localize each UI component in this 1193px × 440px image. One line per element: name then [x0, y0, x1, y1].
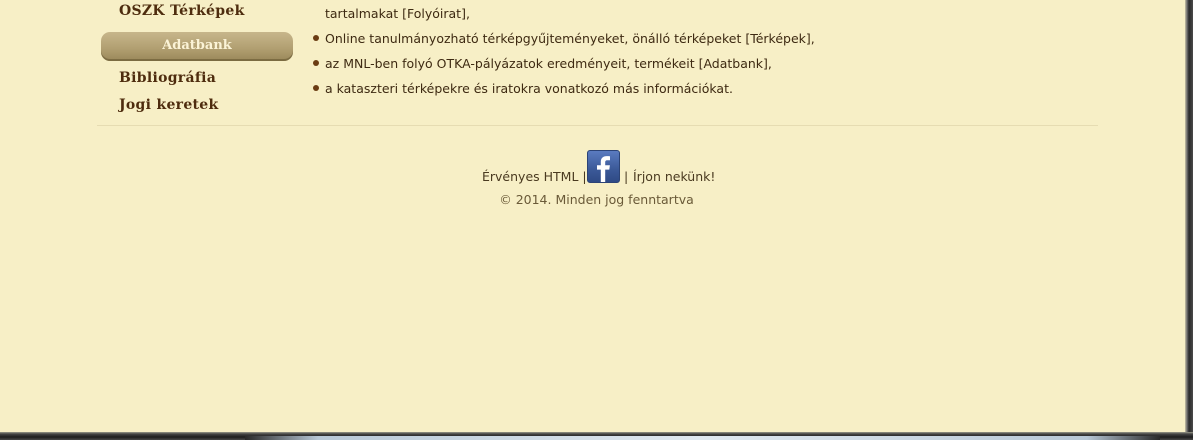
window-frame-highlight: [245, 436, 1160, 440]
list-item: Online tanulmányozható térképgyűjteménye…: [325, 31, 815, 46]
facebook-icon[interactable]: [587, 150, 620, 183]
window-frame-right: [1185, 0, 1193, 440]
list-item: az MNL-ben folyó OTKA-pályázatok eredmén…: [325, 56, 772, 71]
content-divider: [97, 125, 1098, 126]
sidebar-item-adatbank[interactable]: Adatbank: [101, 32, 293, 61]
continued-text: tartalmakat [Folyóirat],: [325, 6, 470, 21]
sidebar-item-oszk-terkepek[interactable]: OSZK Térképek: [119, 4, 245, 18]
bullet-icon: [313, 60, 319, 66]
copyright-text: © 2014. Minden jog fenntartva: [499, 192, 694, 207]
valid-html-link[interactable]: Érvényes HTML |: [482, 170, 587, 184]
contact-link[interactable]: Írjon nekünk!: [633, 170, 715, 184]
footer-separator: |: [624, 169, 629, 184]
bullet-icon: [313, 85, 319, 91]
sidebar-item-bibliografia[interactable]: Bibliográfia: [119, 71, 216, 85]
bullet-icon: [313, 35, 319, 41]
list-item: a kataszteri térképekre és iratokra vona…: [325, 81, 733, 96]
sidebar-item-jogi-keretek[interactable]: Jogi keretek: [119, 98, 219, 112]
